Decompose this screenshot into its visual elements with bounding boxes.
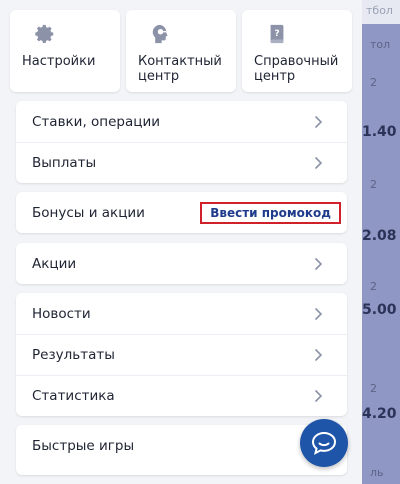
background-odds: 2.08 [362, 228, 397, 244]
side-menu: Настройки Контактный центр ? Справочный … [0, 0, 362, 484]
menu-group-games: Быстрые игры [16, 425, 347, 475]
menu-item-news[interactable]: Новости [16, 293, 347, 334]
background-tab: тбол [356, 0, 400, 24]
background-cell: 2 [370, 280, 377, 293]
chevron-right-icon [314, 115, 323, 128]
menu-item-label: Акции [32, 255, 77, 272]
quick-tiles: Настройки Контактный центр ? Справочный … [10, 10, 352, 92]
settings-label: Настройки [22, 54, 96, 69]
help-center-tile[interactable]: ? Справочный центр [242, 10, 352, 92]
background-header: тол [370, 38, 391, 51]
menu-group-info: Новости Результаты Статистика [16, 293, 347, 416]
contact-center-label: Контактный центр [138, 54, 222, 84]
menu-item-fast-games[interactable]: Быстрые игры [16, 425, 347, 466]
menu-item-label: Выплаты [32, 155, 97, 171]
background-odds: 4.20 [362, 406, 397, 422]
menu-item-bonuses[interactable]: Бонусы и акции Ввести промокод [16, 192, 347, 233]
menu-item-label: Ставки, операции [32, 113, 160, 130]
menu-item-results[interactable]: Результаты [16, 334, 347, 375]
chevron-right-icon [314, 156, 323, 170]
gear-icon [35, 24, 54, 43]
help-book-icon: ? [270, 24, 284, 44]
menu-item-bets-operations[interactable]: Ставки, операции [16, 101, 347, 142]
background-footer: ль [370, 466, 384, 479]
chevron-right-icon [314, 257, 323, 270]
chevron-right-icon [314, 348, 323, 362]
background-cell: 2 [370, 178, 377, 191]
enter-promo-code-button[interactable]: Ввести промокод [200, 201, 341, 224]
menu-item-payouts[interactable]: Выплаты [16, 142, 347, 183]
help-center-label: Справочный центр [254, 54, 339, 84]
menu-group-bonuses: Бонусы и акции Ввести промокод [16, 192, 347, 233]
background-odds: 1.40 [362, 124, 397, 140]
background-odds: 5.00 [362, 302, 397, 318]
menu-item-label: Быстрые игры [32, 437, 135, 454]
chat-button[interactable] [300, 419, 348, 467]
menu-item-label: Статистика [32, 388, 115, 404]
menu-item-statistics[interactable]: Статистика [16, 375, 347, 416]
menu-item-label: Новости [32, 305, 91, 322]
chevron-right-icon [314, 389, 323, 403]
background-cell: 2 [370, 382, 377, 395]
support-head-icon [152, 24, 168, 44]
background-cell: 2 [370, 76, 377, 89]
menu-item-promotions[interactable]: Акции [16, 243, 347, 284]
menu-group-promotions: Акции [16, 243, 347, 284]
chevron-right-icon [314, 307, 323, 320]
contact-center-tile[interactable]: Контактный центр [126, 10, 236, 92]
chat-bubble-icon [311, 431, 337, 455]
settings-tile[interactable]: Настройки [10, 10, 120, 92]
menu-group-bets: Ставки, операции Выплаты [16, 101, 347, 183]
menu-item-label: Результаты [32, 347, 115, 363]
svg-text:?: ? [274, 28, 279, 39]
menu-item-label: Бонусы и акции [32, 204, 145, 221]
